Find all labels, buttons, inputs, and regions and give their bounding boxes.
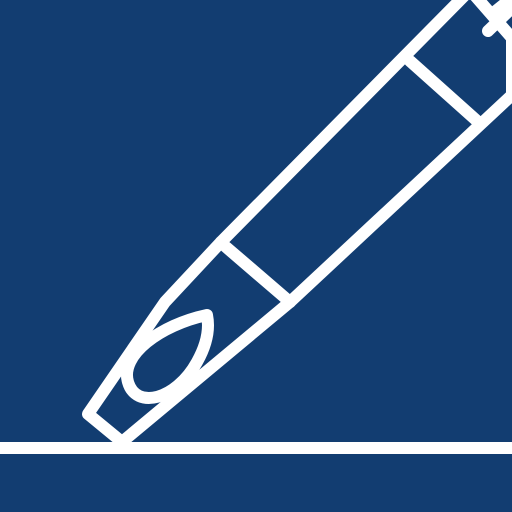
pen-icon	[0, 0, 512, 512]
app-icon	[0, 0, 512, 512]
